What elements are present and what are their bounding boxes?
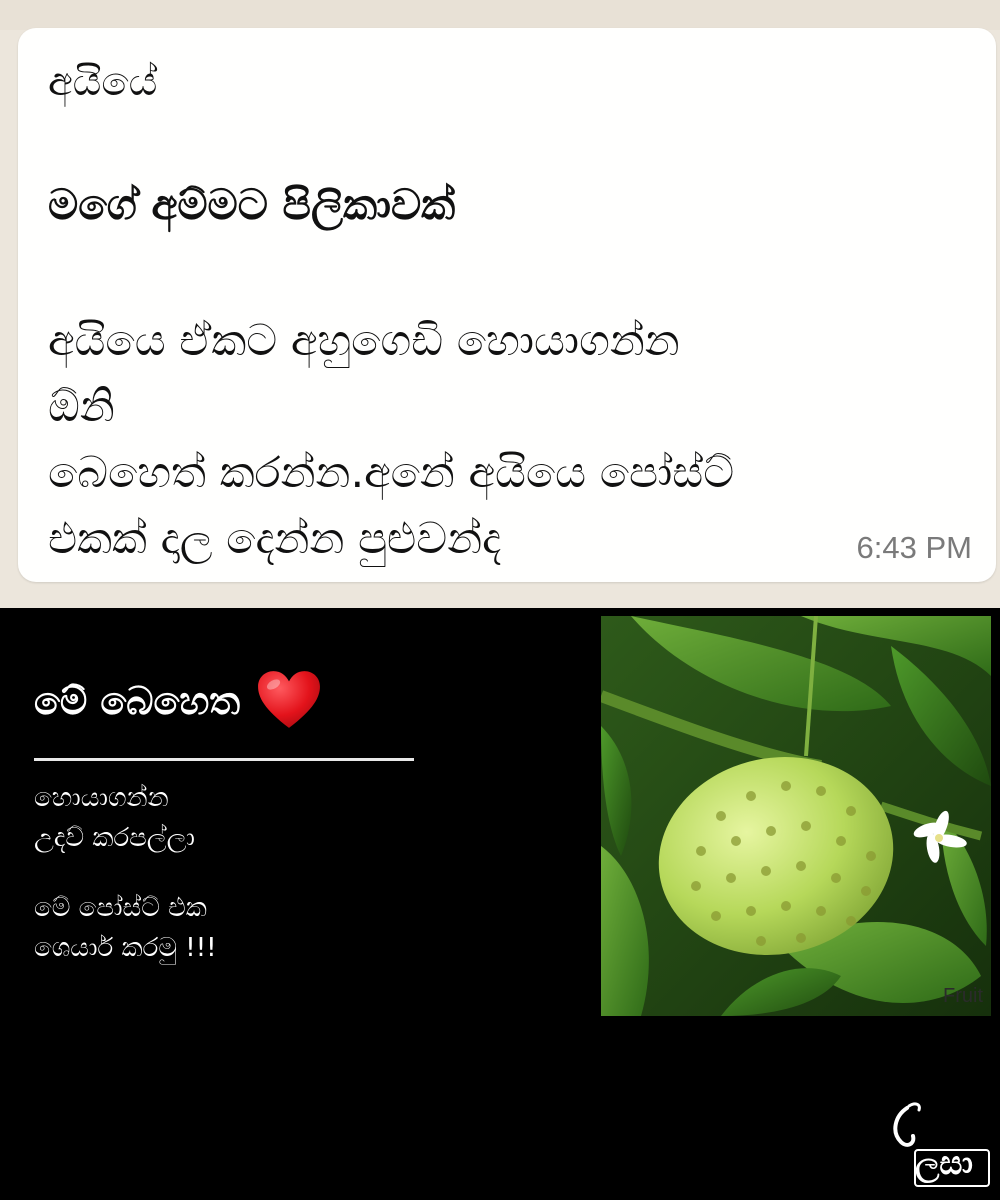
noni-fruit-photo: Fruit: [601, 616, 991, 1016]
post-heading-row: මේ බෙහෙත: [34, 668, 322, 734]
message-timestamp: 6:43 PM: [856, 530, 972, 565]
message-line-4: එකක් දාල දෙන්න පුළුවන්ද: [48, 514, 502, 564]
heading-divider: [34, 758, 414, 761]
post-line-3: මේ පෝස්ට් එක: [34, 893, 207, 923]
message-body: අයියෙ ඒකට අහුගෙඩි හොයාගන්න ඕනි බෙහෙත් කර…: [48, 308, 948, 572]
post-line-1: හොයාගන්න: [34, 783, 169, 813]
logo-text: ලසා: [915, 1144, 973, 1182]
post-text: හොයාගන්න උදව් කරපල්ලා මේ පෝස්ට් එක ශෙයාර…: [34, 778, 217, 968]
chat-background: අයියේ මගේ අම්මට පිලිකාවක් අයියෙ ඒකට අහුග…: [0, 0, 1000, 608]
message-line-2: ඕනි: [48, 382, 115, 432]
message-line-3: බෙහෙත් කරන්න.අනේ අයියෙ පෝස්ට්: [48, 448, 735, 498]
message-bubble[interactable]: අයියේ මගේ අම්මට පිලිකාවක් අයියෙ ඒකට අහුග…: [18, 28, 996, 582]
post-line-4: ශෙයාර් කරමු !!!: [34, 933, 217, 963]
fruit-illustration: [601, 616, 991, 1016]
post-line-2: උදව් කරපල්ලා: [34, 823, 195, 853]
brand-logo: ලසා: [885, 1098, 995, 1190]
message-title: මගේ අම්මට පිලිකාවක්: [48, 180, 456, 229]
red-heart-icon: [258, 671, 321, 728]
post-panel: මේ බෙහෙත හොයාගන්න උදව් කරපල්ලා මේ පෝස්ට්…: [0, 608, 1000, 1200]
photo-label: Fruit: [943, 985, 983, 1007]
message-line-1: අයියෙ ඒකට අහුගෙඩි හොයාගන්න: [48, 316, 680, 366]
message-greeting: අයියේ: [48, 59, 158, 105]
post-heading: මේ බෙහෙත: [34, 678, 241, 723]
